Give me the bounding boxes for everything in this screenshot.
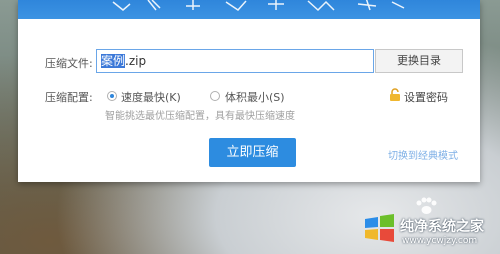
file-label: 压缩文件:: [45, 57, 93, 70]
compress-dialog: 压缩文件: 案例.zip 更换目录 压缩配置: 速度最快(K) 体积最小(S) …: [18, 0, 480, 182]
file-name-input[interactable]: 案例.zip: [96, 49, 374, 73]
classic-mode-link[interactable]: 切换到经典模式: [388, 147, 458, 162]
option-fastest-label[interactable]: 速度最快(K): [121, 89, 181, 105]
dialog-header: [18, 0, 480, 19]
set-password-link[interactable]: 设置密码: [404, 89, 448, 105]
header-decoration: [112, 0, 405, 12]
watermark-url: www.ycwjzy.com: [402, 236, 478, 246]
config-label: 压缩配置:: [45, 91, 93, 104]
radio-fastest[interactable]: [107, 91, 117, 101]
file-name-selected: 案例: [101, 54, 126, 68]
config-hint: 智能挑选最优压缩配置，具有最快压缩速度: [105, 111, 295, 122]
option-smallest-label[interactable]: 体积最小(S): [225, 89, 285, 105]
watermark-title: 纯净系统之家: [400, 219, 484, 235]
windows-logo-icon: [365, 214, 394, 242]
lock-icon: [390, 88, 400, 101]
compress-now-button[interactable]: 立即压缩: [209, 138, 296, 167]
change-directory-button[interactable]: 更换目录: [375, 49, 463, 73]
file-name-ext: .zip: [125, 54, 147, 68]
radio-smallest[interactable]: [210, 91, 220, 101]
paw-icon: [416, 197, 437, 214]
